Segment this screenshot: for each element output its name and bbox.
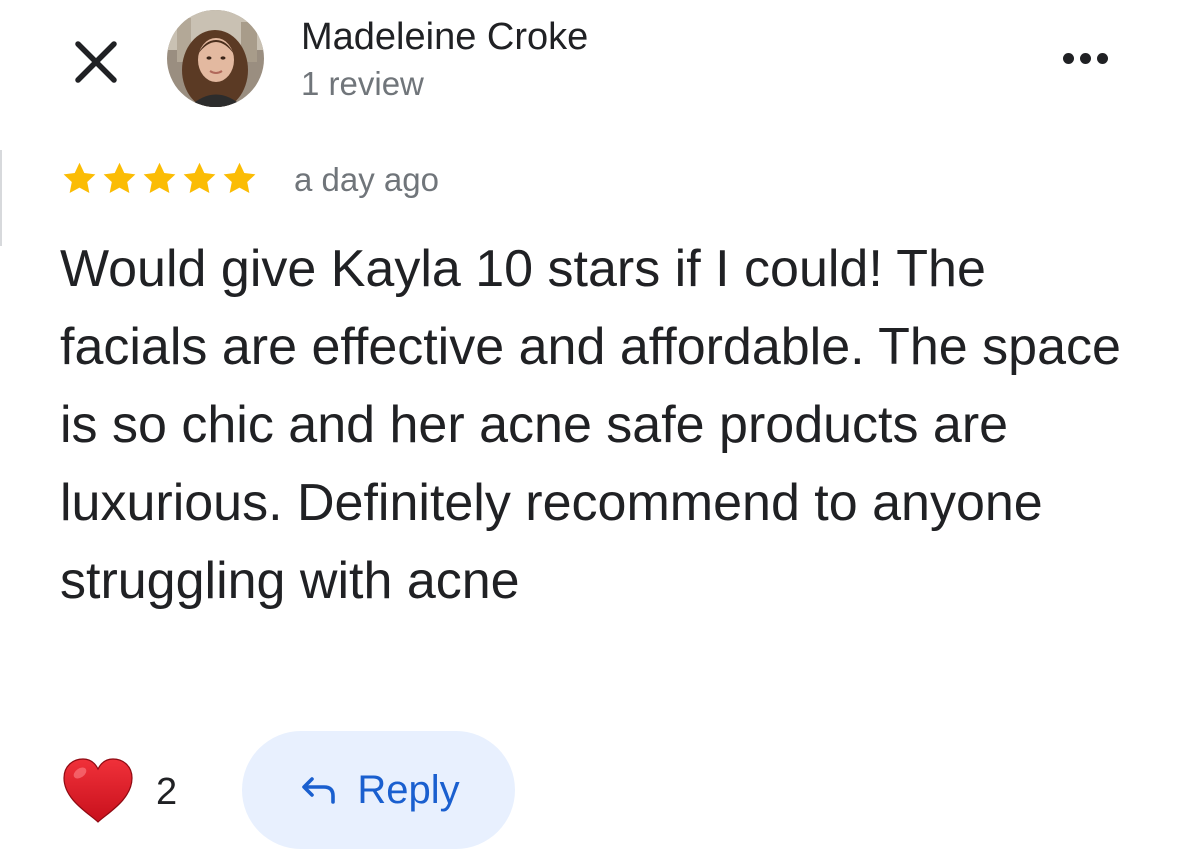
star-icon: [223, 162, 256, 193]
like-count: 2: [156, 771, 178, 813]
close-button[interactable]: [68, 34, 124, 90]
review-time: a day ago: [294, 161, 439, 198]
star-rating: [61, 160, 258, 197]
review-dialog: Madeleine Croke 1 review a day ago Would…: [0, 0, 1179, 862]
edge-divider: [0, 150, 2, 246]
close-icon: [75, 41, 117, 83]
more-options-button[interactable]: [1052, 36, 1118, 80]
author-name[interactable]: Madeleine Croke: [301, 14, 588, 60]
star-icon: [143, 162, 176, 193]
reply-button[interactable]: Reply: [242, 731, 515, 849]
reply-label: Reply: [357, 768, 460, 812]
more-horizontal-icon: [1062, 52, 1074, 64]
more-dot: [1096, 52, 1108, 64]
heart-icon: [63, 758, 133, 823]
avatar[interactable]: [167, 10, 264, 107]
reply-arrow-icon: [302, 777, 336, 804]
star-icon: [103, 162, 136, 193]
review-text: Would give Kayla 10 stars if I could! Th…: [60, 240, 1121, 610]
star-icon: [183, 162, 216, 193]
more-dot: [1079, 52, 1091, 64]
like-button[interactable]: [60, 756, 136, 826]
author-review-count[interactable]: 1 review: [301, 64, 424, 104]
star-icon: [63, 162, 96, 193]
